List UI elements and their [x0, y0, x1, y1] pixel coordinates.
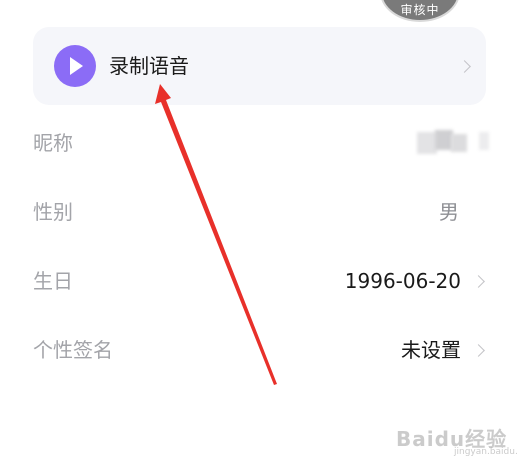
record-voice-label: 录制语音: [109, 54, 189, 78]
signature-value: 未设置: [401, 338, 461, 362]
record-voice-card[interactable]: 录制语音: [33, 27, 486, 105]
profile-edit-page: 审核中 录制语音 昵称 性别 男 生日 1996-06-20 个性签名 未设置 …: [0, 0, 517, 469]
chevron-right-icon: [472, 275, 485, 288]
birthday-label: 生日: [33, 269, 73, 293]
nickname-value-blurred: [417, 130, 489, 154]
row-nickname[interactable]: 昵称: [33, 124, 489, 164]
watermark-sub: jingyan.baidu.com: [454, 447, 517, 457]
chevron-right-icon: [472, 344, 485, 357]
birthday-value: 1996-06-20: [344, 269, 461, 293]
gender-value: 男: [439, 200, 459, 224]
chevron-right-icon: [458, 60, 471, 73]
play-icon[interactable]: [54, 45, 96, 87]
nickname-label: 昵称: [33, 131, 73, 155]
signature-label: 个性签名: [33, 338, 113, 362]
row-gender[interactable]: 性别 男: [33, 193, 489, 233]
avatar[interactable]: 审核中: [380, 0, 460, 22]
gender-label: 性别: [33, 200, 73, 224]
status-badge: 审核中: [400, 3, 440, 17]
baidu-watermark: Baidu经验 jingyan.baidu.com: [396, 423, 517, 459]
row-birthday[interactable]: 生日 1996-06-20: [33, 262, 489, 302]
row-signature[interactable]: 个性签名 未设置: [33, 331, 489, 371]
